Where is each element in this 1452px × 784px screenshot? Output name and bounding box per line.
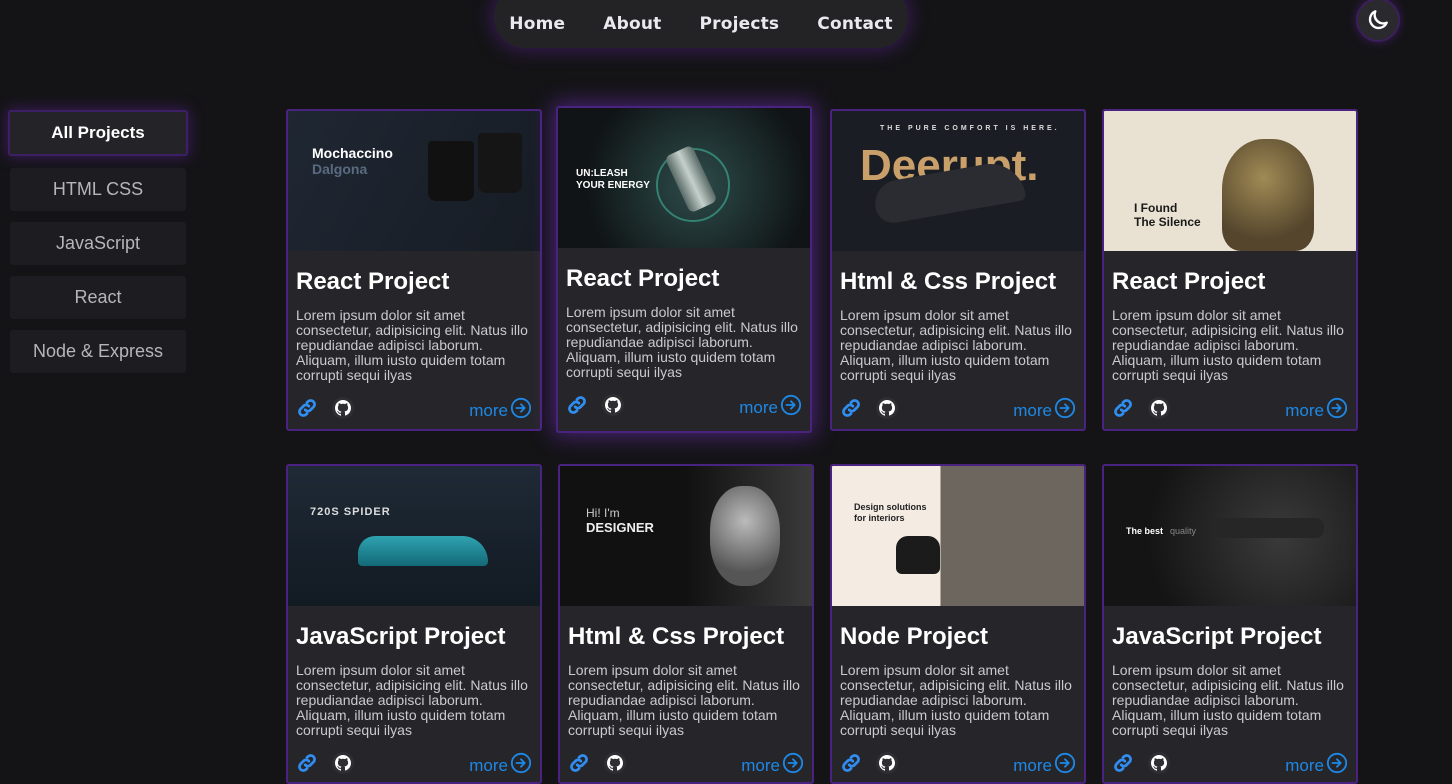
thumb-headline: UN:LEASH xyxy=(576,168,628,179)
filter-javascript[interactable]: JavaScript xyxy=(10,222,186,265)
project-card[interactable]: Deerupt. THE PURE COMFORT IS HERE. Html & … xyxy=(830,109,1086,431)
more-label: more xyxy=(469,755,508,775)
arrow-right-circle-icon xyxy=(1326,752,1348,779)
live-link-icon[interactable] xyxy=(296,397,318,424)
thumb-headline: 720S SPIDER xyxy=(310,506,391,518)
github-icon[interactable] xyxy=(876,752,898,774)
arrow-right-circle-icon xyxy=(1054,752,1076,779)
live-link-icon[interactable] xyxy=(840,752,862,779)
project-thumbnail: 720S SPIDER xyxy=(288,466,540,606)
thumb-subhead: THE PURE COMFORT IS HERE. xyxy=(880,125,1060,132)
more-label: more xyxy=(1013,400,1052,420)
project-thumbnail: The best quality xyxy=(1104,466,1356,606)
project-description: Lorem ipsum dolor sit amet consectetur, … xyxy=(296,662,528,738)
project-thumbnail: Deerupt. THE PURE COMFORT IS HERE. xyxy=(832,111,1084,251)
project-thumbnail: Mochaccino Dalgona xyxy=(288,111,540,251)
more-button[interactable]: more xyxy=(469,397,532,424)
thumb-subhead: quality xyxy=(1170,526,1197,536)
arrow-right-circle-icon xyxy=(1326,397,1348,424)
more-label: more xyxy=(739,397,778,417)
arrow-right-circle-icon xyxy=(1054,397,1076,424)
live-link-icon[interactable] xyxy=(566,394,588,421)
more-label: more xyxy=(1285,755,1324,775)
project-description: Lorem ipsum dolor sit amet consectetur, … xyxy=(296,307,528,383)
more-label: more xyxy=(741,755,780,775)
more-button[interactable]: more xyxy=(1013,397,1076,424)
project-card[interactable]: 720S SPIDER JavaScript Project Lorem ipsum… xyxy=(286,464,542,784)
github-icon[interactable] xyxy=(602,394,624,416)
project-title: Html & Css Project xyxy=(568,623,785,650)
project-description: Lorem ipsum dolor sit amet consectetur, … xyxy=(566,304,798,380)
more-button[interactable]: more xyxy=(741,752,804,779)
more-button[interactable]: more xyxy=(739,394,802,421)
project-description: Lorem ipsum dolor sit amet consectetur, … xyxy=(1112,662,1344,738)
github-icon[interactable] xyxy=(332,752,354,774)
nav-home[interactable]: Home xyxy=(509,14,565,34)
project-filter-sidebar: All Projects HTML CSS JavaScript React N… xyxy=(8,110,188,384)
thumb-subhead: DESIGNER xyxy=(586,520,654,535)
arrow-right-circle-icon xyxy=(780,394,802,421)
filter-node-express[interactable]: Node & Express xyxy=(10,330,186,373)
project-title: JavaScript Project xyxy=(1112,623,1322,650)
project-description: Lorem ipsum dolor sit amet consectetur, … xyxy=(840,307,1072,383)
project-thumbnail: Design solutions for interiors xyxy=(832,466,1084,606)
project-title: JavaScript Project xyxy=(296,623,506,650)
project-title: Html & Css Project xyxy=(840,268,1057,295)
project-thumbnail: UN:LEASH YOUR ENERGY xyxy=(558,108,810,248)
live-link-icon[interactable] xyxy=(296,752,318,779)
github-icon[interactable] xyxy=(1148,752,1170,774)
project-card[interactable]: Hi! I'm DESIGNER Html & Css Project Lorem i… xyxy=(558,464,814,784)
live-link-icon[interactable] xyxy=(1112,752,1134,779)
arrow-right-circle-icon xyxy=(782,752,804,779)
thumb-subhead: Dalgona xyxy=(312,161,368,177)
project-title: React Project xyxy=(1112,268,1266,295)
more-button[interactable]: more xyxy=(1285,752,1348,779)
nav-contact[interactable]: Contact xyxy=(817,14,892,34)
live-link-icon[interactable] xyxy=(840,397,862,424)
arrow-right-circle-icon xyxy=(510,752,532,779)
project-card[interactable]: Mochaccino Dalgona React Project Lorem ipsu… xyxy=(286,109,542,431)
live-link-icon[interactable] xyxy=(568,752,590,779)
project-card[interactable]: I Found The Silence React Project Lorem ips… xyxy=(1102,109,1358,431)
project-title: Node Project xyxy=(840,623,989,650)
github-icon[interactable] xyxy=(604,752,626,774)
thumb-headline: Design solutions xyxy=(854,502,927,512)
filter-html-css[interactable]: HTML CSS xyxy=(10,168,186,211)
more-label: more xyxy=(469,400,508,420)
more-label: more xyxy=(1285,400,1324,420)
nav-about[interactable]: About xyxy=(603,14,661,34)
project-card[interactable]: UN:LEASH YOUR ENERGY React Project Lorem ip… xyxy=(556,106,812,433)
thumb-subhead: The Silence xyxy=(1134,215,1201,229)
project-description: Lorem ipsum dolor sit amet consectetur, … xyxy=(568,662,800,738)
github-icon[interactable] xyxy=(876,397,898,419)
thumb-headline: I Found xyxy=(1134,201,1178,215)
thumb-subhead: YOUR ENERGY xyxy=(576,180,650,191)
theme-toggle-button[interactable] xyxy=(1356,0,1400,42)
project-description: Lorem ipsum dolor sit amet consectetur, … xyxy=(1112,307,1344,383)
project-title: React Project xyxy=(296,268,450,295)
project-title: React Project xyxy=(566,265,720,292)
live-link-icon[interactable] xyxy=(1112,397,1134,424)
github-icon[interactable] xyxy=(332,397,354,419)
more-label: more xyxy=(1013,755,1052,775)
thumb-subhead: for interiors xyxy=(854,513,905,523)
more-button[interactable]: more xyxy=(1285,397,1348,424)
project-description: Lorem ipsum dolor sit amet consectetur, … xyxy=(840,662,1072,738)
filter-all-projects[interactable]: All Projects xyxy=(8,110,188,156)
project-thumbnail: Hi! I'm DESIGNER xyxy=(560,466,812,606)
top-nav: Home About Projects Contact xyxy=(494,0,908,48)
filter-react[interactable]: React xyxy=(10,276,186,319)
project-card[interactable]: The best quality JavaScript Project Lorem i… xyxy=(1102,464,1358,784)
more-button[interactable]: more xyxy=(1013,752,1076,779)
more-button[interactable]: more xyxy=(469,752,532,779)
thumb-headline: Mochaccino xyxy=(312,145,393,161)
thumb-headline: The best xyxy=(1126,526,1164,536)
project-card[interactable]: Design solutions for interiors Node Projec… xyxy=(830,464,1086,784)
moon-icon xyxy=(1368,10,1388,30)
github-icon[interactable] xyxy=(1148,397,1170,419)
project-thumbnail: I Found The Silence xyxy=(1104,111,1356,251)
nav-projects[interactable]: Projects xyxy=(699,14,779,34)
thumb-headline: Hi! I'm xyxy=(586,506,620,520)
arrow-right-circle-icon xyxy=(510,397,532,424)
